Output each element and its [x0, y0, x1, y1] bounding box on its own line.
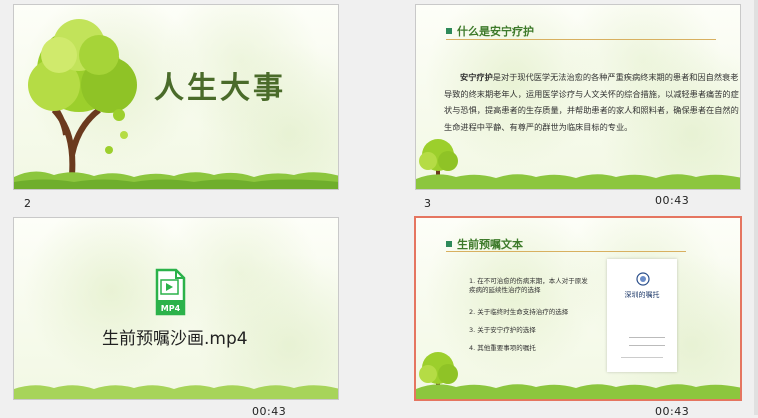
mp4-file-icon: MP4 — [155, 268, 186, 316]
slide-timing-video: 00:43 — [252, 405, 287, 418]
grass-decoration — [14, 385, 338, 399]
document-line — [629, 337, 665, 338]
list-item: 3. 关于安宁疗护的选择 — [469, 326, 536, 334]
slide-thumbnail-selected[interactable]: 生前预嘱文本 1. 在不可治愈的伤病末期，本人对于原发疾病的延续性治疗的选择 2… — [414, 216, 742, 401]
vertical-scrollbar[interactable] — [754, 0, 758, 415]
document-line — [629, 345, 665, 346]
slide-thumbnail-video[interactable]: MP4 生前预嘱沙画.mp4 — [13, 217, 339, 400]
title-marker-icon — [446, 28, 452, 34]
slide-number-3: 3 — [424, 197, 431, 210]
bold-term: 安宁疗护 — [460, 72, 493, 82]
emblem-icon — [636, 272, 650, 286]
slide-thumbnail-3[interactable]: 什么是安宁疗护 安宁疗护是对于现代医学无法治愈的各种严重疾病终末期的患者和因自然… — [415, 4, 741, 190]
document-preview: 深圳的嘱托 — [607, 259, 677, 372]
list-item: 1. 在不可治愈的伤病末期，本人对于原发疾病的延续性治疗的选择 — [469, 277, 588, 294]
slide-title: 人生大事 — [154, 71, 286, 106]
grass-decoration — [14, 171, 338, 189]
title-underline — [446, 39, 716, 40]
slide-number-2: 2 — [24, 197, 31, 210]
title-underline — [446, 251, 686, 252]
video-file-label: 生前预嘱沙画.mp4 — [102, 329, 248, 349]
slide-title: 生前预嘱文本 — [446, 236, 523, 252]
slide-timing-selected: 00:43 — [655, 405, 690, 418]
slide-title: 什么是安宁疗护 — [446, 23, 534, 39]
list-item: 4. 其他重要事项的嘱托 — [469, 344, 536, 352]
tree-illustration — [28, 19, 137, 176]
grass-decoration — [416, 384, 740, 399]
slide-thumbnail-2[interactable]: 人生大事 — [13, 4, 339, 190]
slide-body-text: 安宁疗护是对于现代医学无法治愈的各种严重疾病终末期的患者和因自然衰老导致的终末期… — [444, 72, 739, 132]
list-item: 2. 关于临终时生命支持治疗的选择 — [469, 308, 569, 316]
mp4-icon-label: MP4 — [161, 304, 181, 313]
slide-timing-3: 00:43 — [655, 194, 690, 207]
title-marker-icon — [446, 241, 452, 247]
document-title: 深圳的嘱托 — [624, 291, 660, 299]
grass-decoration — [416, 174, 740, 189]
document-line — [621, 357, 663, 358]
